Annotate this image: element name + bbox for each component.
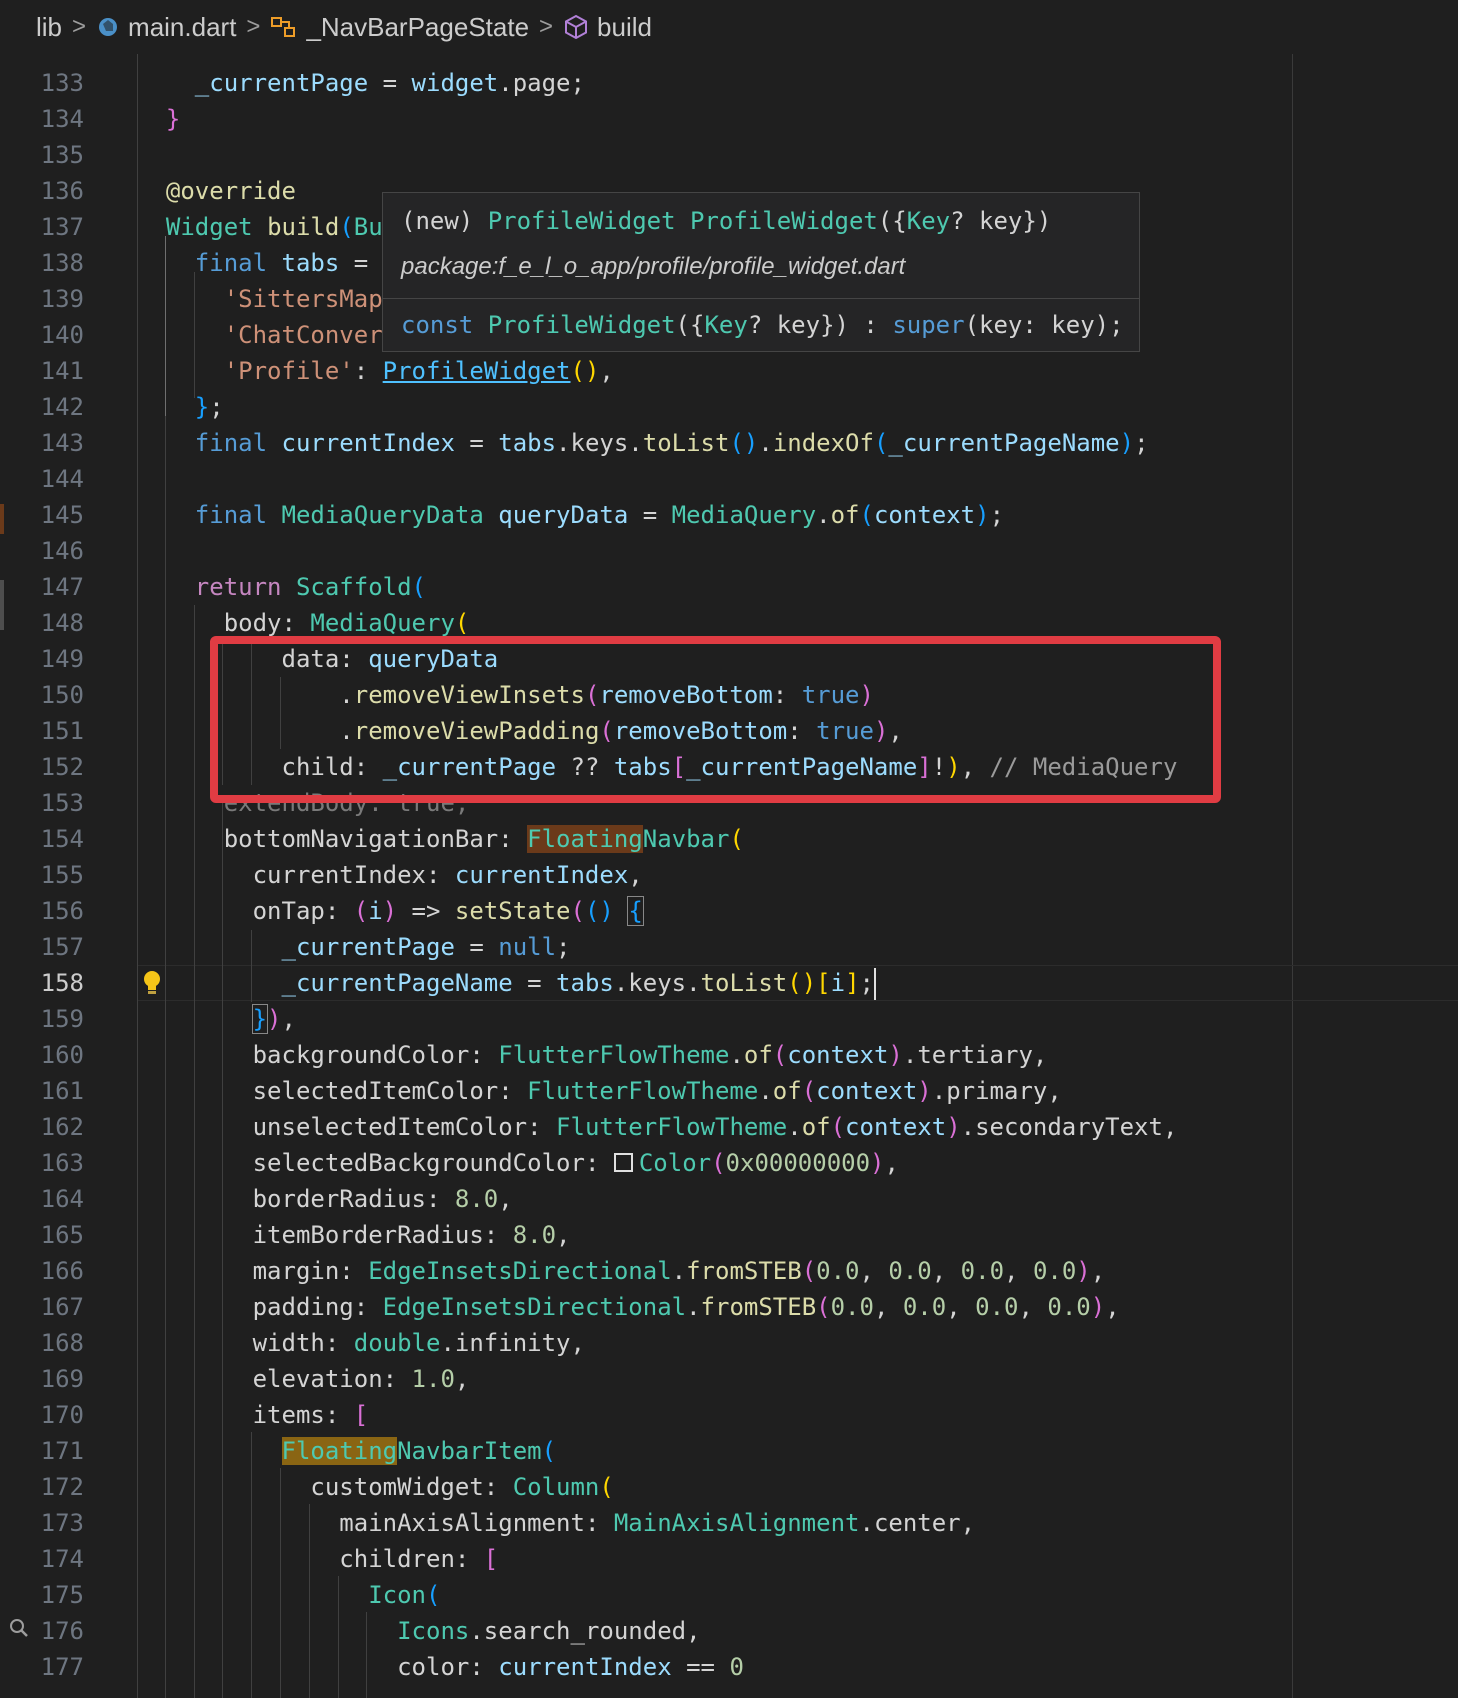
code-line-166[interactable]: margin: EdgeInsetsDirectional.fromSTEB(0… <box>137 1253 1106 1289</box>
breadcrumb-lib[interactable]: lib <box>36 12 62 43</box>
hover-declaration: const ProfileWidget({Key? key}) : super(… <box>401 311 1124 339</box>
code-line-142[interactable]: }; <box>137 389 224 425</box>
class-symbol-icon <box>270 15 298 39</box>
breadcrumb-build[interactable]: build <box>597 12 652 43</box>
code-line-165[interactable]: itemBorderRadius: 8.0, <box>137 1217 571 1253</box>
lightbulb-icon[interactable] <box>141 969 163 1001</box>
code-line-160[interactable]: backgroundColor: FlutterFlowTheme.of(con… <box>137 1037 1048 1073</box>
code-line-176[interactable]: Icons.search_rounded, <box>137 1613 700 1649</box>
breadcrumb: lib > main.dart > _NavBarPageState > bui… <box>0 0 1458 54</box>
code-line-156[interactable]: onTap: (i) => setState(() { <box>137 893 644 929</box>
code-line-164[interactable]: borderRadius: 8.0, <box>137 1181 513 1217</box>
code-line-173[interactable]: mainAxisAlignment: MainAxisAlignment.cen… <box>137 1505 975 1541</box>
hover-tooltip: (new) ProfileWidget ProfileWidget({Key? … <box>382 192 1140 352</box>
code-line-154[interactable]: bottomNavigationBar: FloatingNavbar( <box>137 821 744 857</box>
code-line-175[interactable]: Icon( <box>137 1577 440 1613</box>
code-line-147[interactable]: return Scaffold( <box>137 569 426 605</box>
chevron-right-icon: > <box>539 13 554 40</box>
code-line-161[interactable]: selectedItemColor: FlutterFlowTheme.of(c… <box>137 1073 1062 1109</box>
code-line-177[interactable]: color: currentIndex == 0 <box>137 1649 744 1685</box>
breadcrumb-main-dart[interactable]: main.dart <box>128 12 236 43</box>
breadcrumb-navbar-state[interactable]: _NavBarPageState <box>306 12 529 43</box>
code-line-139[interactable]: 'SittersMap <box>137 281 383 317</box>
code-line-155[interactable]: currentIndex: currentIndex, <box>137 857 643 893</box>
code-line-172[interactable]: customWidget: Column( <box>137 1469 613 1505</box>
code-line-138[interactable]: final tabs = <box>137 245 368 281</box>
code-line-136[interactable]: @override <box>137 173 296 209</box>
color-swatch[interactable] <box>613 1153 633 1172</box>
code-line-162[interactable]: unselectedItemColor: FlutterFlowTheme.of… <box>137 1109 1178 1145</box>
code-line-145[interactable]: final MediaQueryData queryData = MediaQu… <box>137 497 1004 533</box>
method-cube-icon <box>563 14 589 40</box>
code-line-158[interactable]: _currentPageName = tabs.keys.toList()[i]… <box>137 965 876 1001</box>
code-line-174[interactable]: children: [ <box>137 1541 498 1577</box>
code-line-159[interactable]: }), <box>137 1001 296 1037</box>
hover-signature: (new) ProfileWidget ProfileWidget({Key? … <box>401 207 1052 235</box>
text-cursor <box>873 968 876 1000</box>
code-line-141[interactable]: 'Profile': ProfileWidget(), <box>137 353 614 389</box>
chevron-right-icon: > <box>72 13 87 40</box>
code-line-169[interactable]: elevation: 1.0, <box>137 1361 470 1397</box>
code-line-133[interactable]: _currentPage = widget.page; <box>137 65 585 101</box>
chevron-right-icon: > <box>246 13 261 40</box>
code-line-163[interactable]: selectedBackgroundColor: Color(0x0000000… <box>137 1145 899 1181</box>
code-line-171[interactable]: FloatingNavbarItem( <box>137 1433 556 1469</box>
hover-package-path: package:f_e_l_o_app/profile/profile_widg… <box>401 253 906 280</box>
code-line-170[interactable]: items: [ <box>137 1397 369 1433</box>
code-line-137[interactable]: Widget build(Bu <box>137 209 383 245</box>
code-line-140[interactable]: 'ChatConver <box>137 317 383 353</box>
dart-file-icon <box>96 15 120 39</box>
profile-widget-link[interactable]: ProfileWidget <box>383 357 571 385</box>
code-line-168[interactable]: width: double.infinity, <box>137 1325 585 1361</box>
search-icon[interactable] <box>8 1617 30 1643</box>
code-line-167[interactable]: padding: EdgeInsetsDirectional.fromSTEB(… <box>137 1289 1120 1325</box>
annotation-highlight-box <box>210 636 1221 803</box>
code-line-157[interactable]: _currentPage = null; <box>137 929 571 965</box>
code-line-134[interactable]: } <box>137 101 180 137</box>
code-line-143[interactable]: final currentIndex = tabs.keys.toList().… <box>137 425 1149 461</box>
